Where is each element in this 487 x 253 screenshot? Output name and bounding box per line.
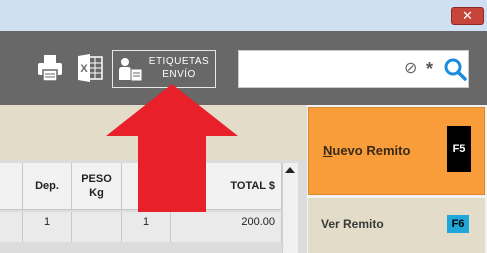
table-row-cell-blank[interactable]: [0, 212, 23, 242]
nuevo-remito-button[interactable]: Nuevo Remito F5: [308, 107, 485, 195]
close-button[interactable]: ✕: [451, 7, 484, 25]
etiquetas-envio-button[interactable]: ETIQUETAS ENVÍO: [112, 50, 216, 88]
search-field[interactable]: ⊘ *: [238, 50, 469, 88]
table-row-cell-total[interactable]: 200.00: [171, 212, 282, 242]
etiquetas-envio-label: ETIQUETAS ENVÍO: [143, 55, 215, 81]
table-row-cell-dep[interactable]: 1: [23, 212, 72, 242]
window-titlebar: [0, 0, 487, 31]
ver-remito-button[interactable]: Ver Remito F6: [308, 198, 485, 253]
ver-remito-label: Ver Remito: [321, 217, 384, 231]
column-header-left-blank[interactable]: [0, 163, 23, 210]
shortcut-key-f5: F5: [447, 126, 471, 172]
annotation-arrow: [106, 84, 238, 212]
etiquetas-label-line1: ETIQUETAS: [148, 56, 210, 67]
table-row-cell-peso[interactable]: [72, 212, 122, 242]
scroll-up-icon[interactable]: [284, 165, 296, 175]
search-input[interactable]: [243, 59, 397, 81]
column-header-dep[interactable]: Dep.: [23, 163, 72, 210]
search-icon[interactable]: [443, 57, 467, 81]
nuevo-remito-mnemonic: N: [323, 143, 333, 158]
table-vertical-scrollbar[interactable]: [282, 163, 298, 253]
table-row-cell-bu[interactable]: 1: [122, 212, 171, 242]
close-icon: ✕: [462, 8, 473, 23]
label-shipping-icon: [119, 58, 143, 82]
printer-icon[interactable]: [37, 54, 63, 82]
clear-filter-icon[interactable]: ⊘: [404, 60, 417, 78]
etiquetas-label-line2: ENVÍO: [162, 69, 196, 80]
excel-icon[interactable]: X: [77, 54, 103, 82]
wildcard-label: *: [426, 59, 434, 79]
nuevo-remito-label: Nuevo Remito: [323, 143, 410, 158]
shortcut-key-f6: F6: [447, 215, 469, 233]
svg-text:X: X: [80, 63, 88, 75]
nuevo-remito-label-rest: uevo Remito: [332, 143, 411, 158]
